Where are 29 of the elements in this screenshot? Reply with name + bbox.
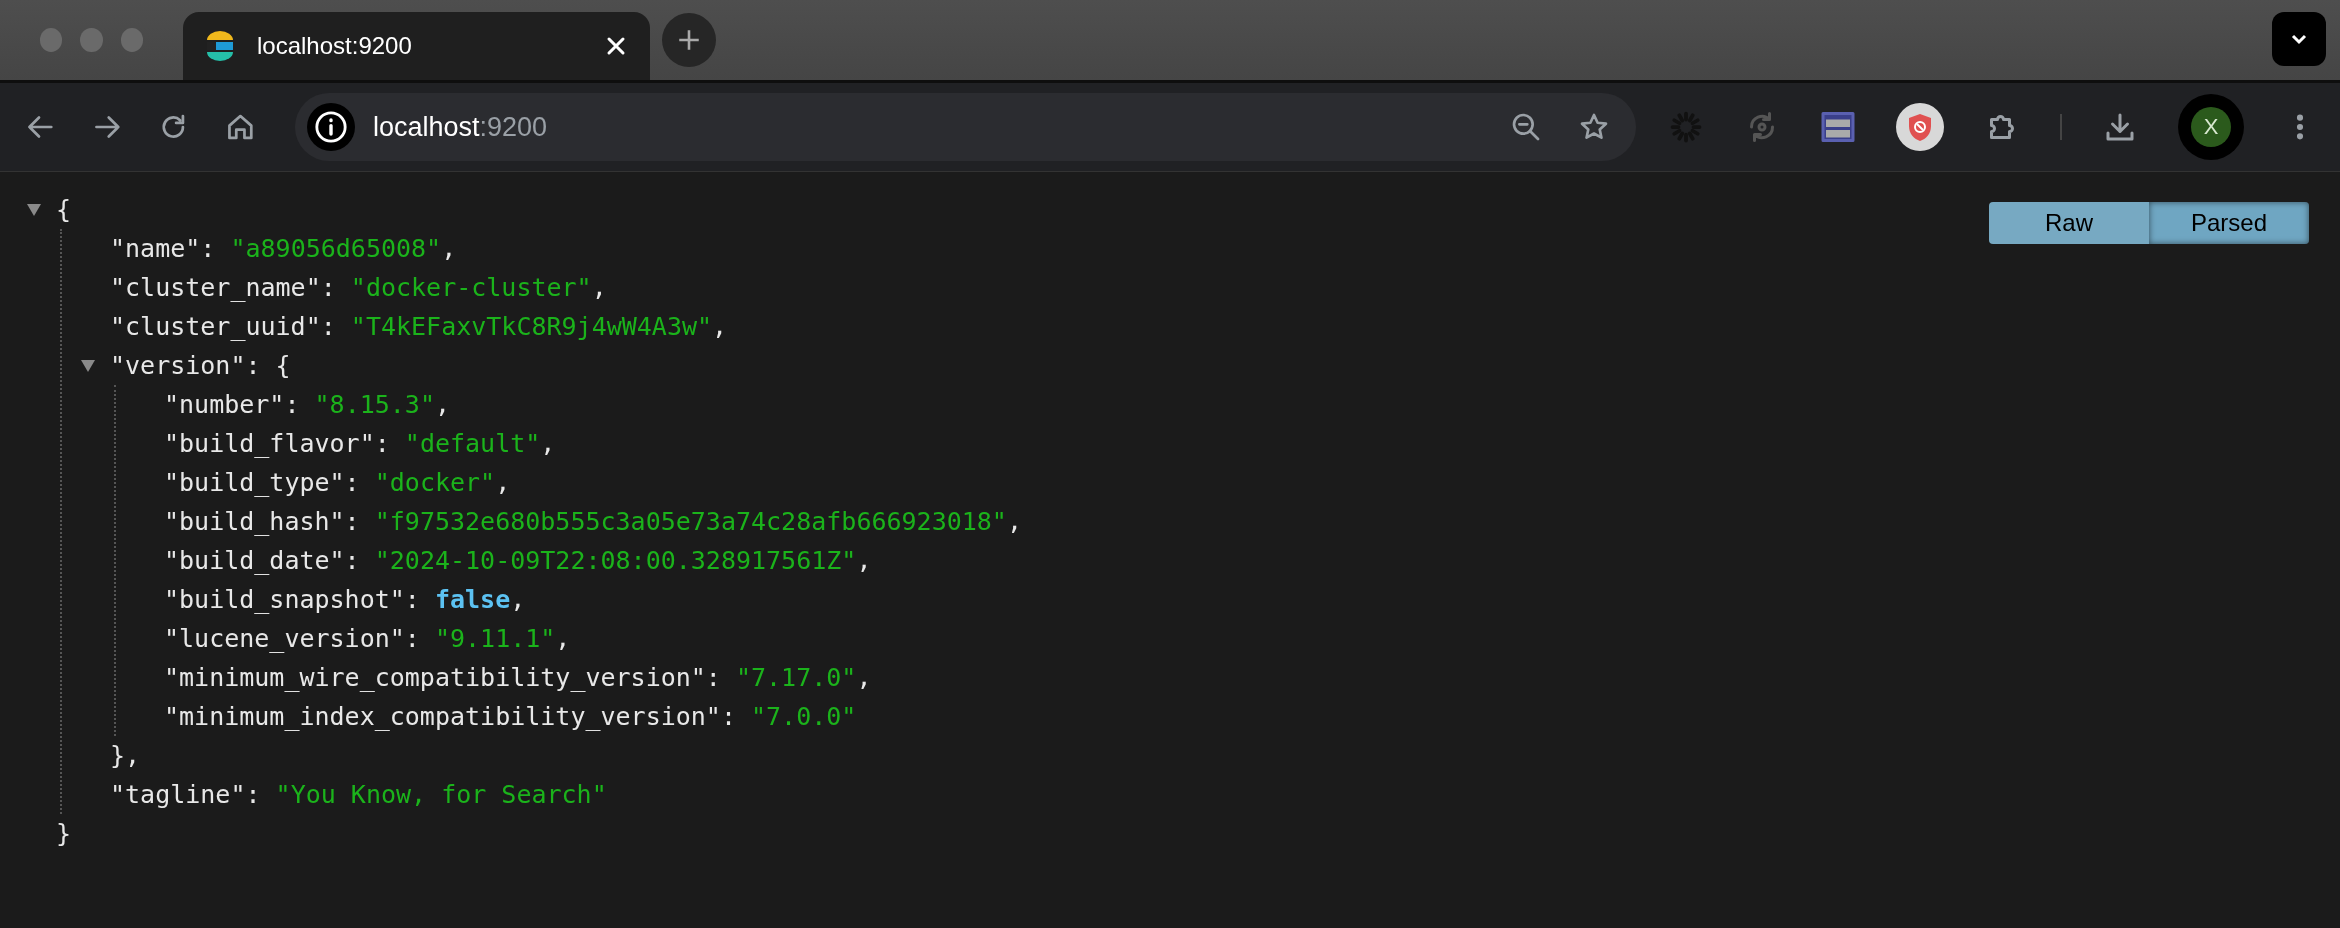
json-property: "lucene_version": "9.11.1", [164, 624, 571, 653]
json-property: "number": "8.15.3", [164, 390, 450, 419]
browser-tab[interactable]: localhost:9200 [183, 12, 650, 80]
json-property: "tagline": "You Know, for Search" [110, 780, 607, 809]
json-property: "build_flavor": "default", [164, 429, 556, 458]
json-property: "build_date": "2024-10-09T22:08:00.328917561Z", [164, 546, 872, 575]
json-property: "cluster_name": "docker-cluster", [110, 273, 607, 302]
site-info-button[interactable] [306, 103, 355, 151]
window-extension-icon[interactable] [1820, 109, 1856, 145]
json-brace: { [56, 195, 72, 224]
json-brace: }, [110, 741, 141, 770]
view-mode-button[interactable]: Parsed [2149, 202, 2309, 244]
profile-avatar[interactable]: X [2191, 107, 2231, 147]
json-property: "build_snapshot": false, [164, 585, 526, 614]
zoom-out-icon[interactable] [1510, 111, 1542, 143]
json-brace: } [56, 819, 72, 848]
json-property: "name": "a89056d65008", [110, 234, 457, 263]
view-mode-button[interactable]: Raw [1989, 202, 2149, 244]
tab-title: localhost:9200 [257, 32, 413, 60]
json-property: "cluster_uuid": "T4kEFaxvTkC8R9j4wW4A3w", [110, 312, 728, 341]
json-property: "minimum_index_compatibility_version": "7.0.0" [164, 702, 857, 731]
json-property: "version": { [110, 351, 291, 380]
json-property: "minimum_wire_compatibility_version": "7.17.0", [164, 663, 872, 692]
json-property: "build_hash": "f97532e680b555c3a05e73a74c28afb666923018", [164, 507, 1022, 536]
expand-toggle-icon[interactable] [26, 202, 42, 217]
json-property: "build_type": "docker", [164, 468, 511, 497]
expand-toggle-icon[interactable] [80, 358, 96, 373]
shield-extension-icon[interactable] [1896, 103, 1944, 151]
plus-icon[interactable] [676, 27, 702, 53]
